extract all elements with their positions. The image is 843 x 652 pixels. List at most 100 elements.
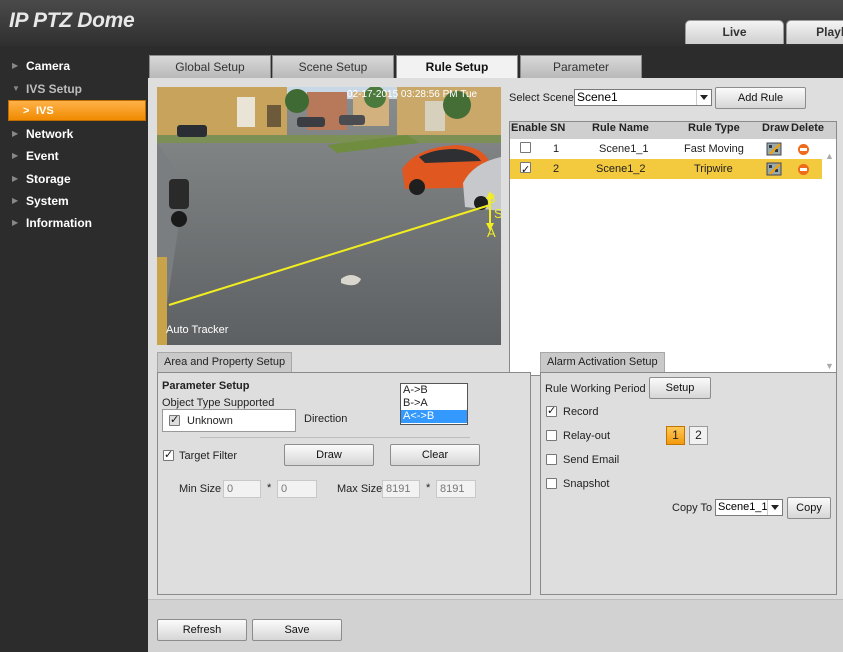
app-header: IP PTZ Dome Live Playba bbox=[0, 0, 843, 46]
triangle-right-icon: ▶ bbox=[12, 129, 19, 138]
tab-playback[interactable]: Playba bbox=[786, 20, 843, 44]
scroll-up-icon[interactable]: ▲ bbox=[825, 151, 834, 161]
content-area: B S A 02-17-2015 03:28:56 PM Tue Auto Tr… bbox=[148, 78, 843, 652]
draw-icon[interactable] bbox=[766, 162, 782, 183]
copy-to-select[interactable]: Scene1_1 bbox=[715, 499, 783, 516]
scroll-down-icon[interactable]: ▼ bbox=[825, 361, 834, 371]
sidebar-item-label: IVS Setup bbox=[26, 82, 83, 96]
send-email-checkbox[interactable] bbox=[546, 454, 557, 465]
table-row[interactable]: 2 Scene1_2 Tripwire bbox=[510, 159, 822, 180]
delete-icon[interactable] bbox=[798, 144, 809, 155]
object-type-label: Object Type Supported bbox=[162, 397, 275, 409]
direction-option[interactable]: A->B bbox=[401, 384, 467, 397]
tab-scene-setup[interactable]: Scene Setup bbox=[272, 55, 394, 78]
scene-select-value: Scene1 bbox=[577, 90, 618, 104]
rule-sn: 1 bbox=[553, 143, 560, 155]
copy-to-value: Scene1_1 bbox=[718, 501, 768, 513]
triangle-down-icon: ▼ bbox=[12, 84, 20, 93]
draw-button[interactable]: Draw bbox=[284, 444, 374, 466]
clear-button[interactable]: Clear bbox=[390, 444, 480, 466]
add-rule-button[interactable]: Add Rule bbox=[715, 87, 806, 109]
sidebar-item-ivs-setup[interactable]: ▼ IVS Setup bbox=[0, 79, 148, 99]
tripwire-label-a: A bbox=[487, 225, 496, 240]
main-panel: Global Setup Scene Setup Rule Setup Para… bbox=[148, 46, 843, 652]
rule-type: Fast Moving bbox=[684, 143, 744, 155]
sidebar-item-ivs[interactable]: > IVS bbox=[8, 100, 146, 121]
snapshot-checkbox[interactable] bbox=[546, 478, 557, 489]
chevron-right-icon: > bbox=[23, 105, 30, 117]
min-height-input[interactable]: 0 bbox=[277, 480, 317, 498]
col-sn: SN bbox=[550, 122, 566, 134]
max-size-times: * bbox=[426, 482, 431, 494]
table-row[interactable]: 1 Scene1_1 Fast Moving bbox=[510, 139, 822, 159]
tab-global-setup[interactable]: Global Setup bbox=[149, 55, 271, 78]
col-enable: Enable bbox=[511, 122, 548, 134]
unknown-checkbox[interactable] bbox=[169, 413, 180, 426]
chevron-down-icon bbox=[696, 90, 711, 105]
tab-parameter[interactable]: Parameter bbox=[520, 55, 642, 78]
copy-button[interactable]: Copy bbox=[787, 497, 831, 519]
triangle-right-icon: ▶ bbox=[12, 151, 19, 160]
enable-checkbox[interactable] bbox=[520, 160, 531, 180]
tripwire-label-s: S bbox=[494, 206, 501, 221]
direction-listbox[interactable]: A->B B->A A<->B bbox=[400, 383, 468, 425]
record-label: Record bbox=[563, 406, 599, 418]
setup-button[interactable]: Setup bbox=[649, 377, 711, 399]
video-preview[interactable]: B S A 02-17-2015 03:28:56 PM Tue Auto Tr… bbox=[157, 87, 501, 345]
area-property-tab: Area and Property Setup bbox=[157, 352, 293, 372]
direction-option[interactable]: B->A bbox=[401, 397, 467, 410]
sidebar-item-label: Event bbox=[26, 149, 59, 163]
min-width-input[interactable]: 0 bbox=[223, 480, 261, 498]
triangle-right-icon: ▶ bbox=[12, 196, 19, 205]
col-delete: Delete bbox=[791, 122, 825, 134]
area-property-panel: Parameter Setup Object Type Supported Un… bbox=[157, 372, 531, 595]
relay-channel-2-button[interactable]: 2 bbox=[689, 426, 708, 445]
triangle-right-icon: ▶ bbox=[12, 61, 19, 70]
sidebar-item-camera[interactable]: ▶ Camera bbox=[0, 56, 148, 76]
select-scene-label: Select Scene bbox=[509, 92, 574, 104]
sidebar-item-event[interactable]: ▶ Event bbox=[0, 146, 148, 166]
relay-channel-1-button[interactable]: 1 bbox=[666, 426, 685, 445]
max-height-input[interactable]: 8191 bbox=[436, 480, 476, 498]
rule-type: Tripwire bbox=[694, 163, 733, 175]
video-timestamp: 02-17-2015 03:28:56 PM Tue bbox=[347, 89, 478, 100]
camera-scene-image: B S A 02-17-2015 03:28:56 PM Tue Auto Tr… bbox=[157, 87, 501, 345]
sidebar-item-network[interactable]: ▶ Network bbox=[0, 124, 148, 144]
tripwire-label-b: B bbox=[487, 191, 496, 206]
save-button[interactable]: Save bbox=[252, 619, 342, 641]
alarm-activation-tab: Alarm Activation Setup bbox=[540, 352, 665, 372]
sidebar-item-system[interactable]: ▶ System bbox=[0, 191, 148, 211]
app-title: IP PTZ Dome bbox=[9, 9, 135, 32]
rule-table: Enable SN Rule Name Rule Type Draw Delet… bbox=[509, 121, 837, 376]
target-filter-label: Target Filter bbox=[179, 450, 238, 462]
table-scrollbar[interactable]: ▲ ▼ bbox=[822, 139, 836, 375]
max-size-label: Max Size bbox=[337, 483, 383, 495]
target-filter-checkbox[interactable] bbox=[163, 448, 174, 461]
max-width-input[interactable]: 8191 bbox=[382, 480, 420, 498]
snapshot-label: Snapshot bbox=[563, 478, 610, 490]
parameter-setup-heading: Parameter Setup bbox=[162, 380, 250, 392]
triangle-right-icon: ▶ bbox=[12, 218, 19, 227]
sidebar: ▶ Camera ▼ IVS Setup > IVS ▶ Network ▶ E… bbox=[0, 46, 148, 652]
min-size-label: Min Size bbox=[179, 483, 222, 495]
direction-option[interactable]: A<->B bbox=[401, 410, 467, 423]
tab-live[interactable]: Live bbox=[685, 20, 784, 44]
direction-label: Direction bbox=[304, 413, 348, 425]
sidebar-item-information[interactable]: ▶ Information bbox=[0, 213, 148, 233]
refresh-button[interactable]: Refresh bbox=[157, 619, 247, 641]
object-type-box: Unknown bbox=[162, 409, 296, 432]
auto-tracker-label: Auto Tracker bbox=[166, 324, 229, 336]
enable-checkbox[interactable] bbox=[520, 142, 531, 153]
relay-out-checkbox[interactable] bbox=[546, 430, 557, 441]
rule-sn: 2 bbox=[553, 163, 560, 175]
col-draw: Draw bbox=[762, 122, 789, 134]
unknown-label: Unknown bbox=[187, 415, 233, 427]
record-checkbox[interactable] bbox=[546, 404, 557, 417]
delete-icon[interactable] bbox=[798, 164, 809, 175]
sidebar-item-label: Information bbox=[26, 216, 92, 230]
sidebar-item-label: Network bbox=[26, 127, 74, 141]
scene-select[interactable]: Scene1 bbox=[574, 89, 712, 106]
sidebar-item-label: IVS bbox=[36, 105, 54, 117]
tab-rule-setup[interactable]: Rule Setup bbox=[396, 55, 518, 78]
sidebar-item-storage[interactable]: ▶ Storage bbox=[0, 169, 148, 189]
